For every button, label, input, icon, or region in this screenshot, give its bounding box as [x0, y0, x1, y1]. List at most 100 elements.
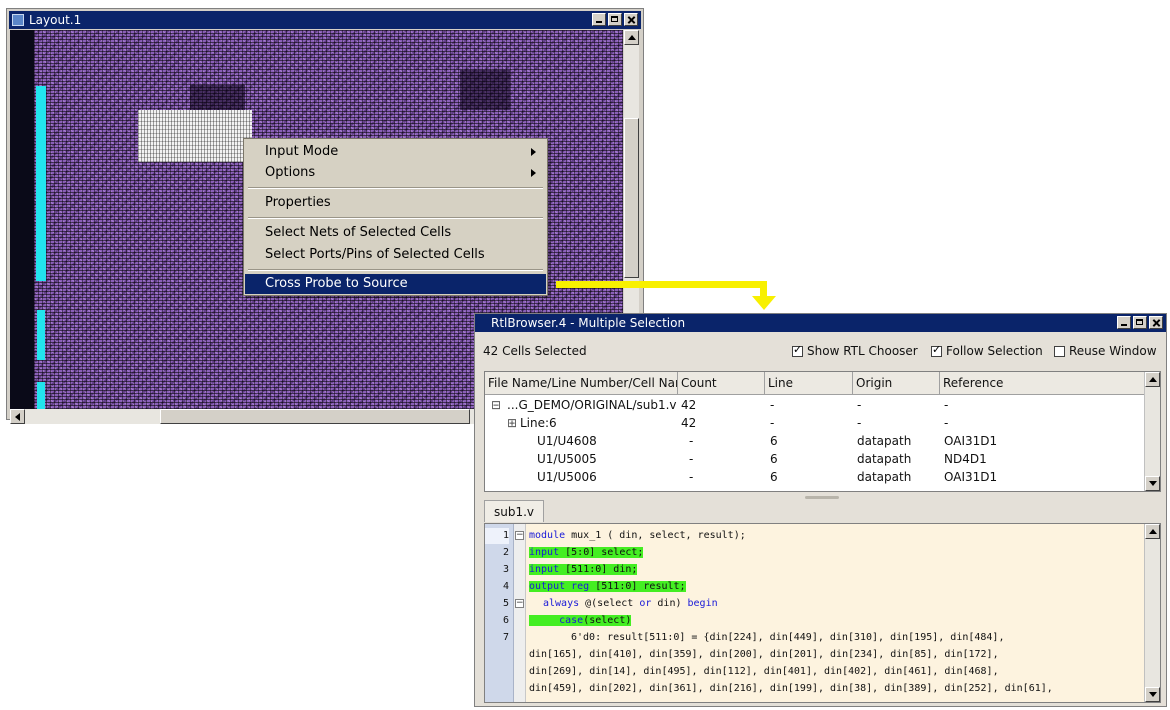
scroll-down-button[interactable] [1145, 476, 1160, 491]
column-header-count[interactable]: Count [678, 372, 765, 394]
expand-icon[interactable]: ⊞ [507, 414, 517, 432]
menu-item-input-mode[interactable]: Input Mode [245, 142, 546, 162]
column-header-reference[interactable]: Reference [940, 372, 1146, 394]
menu-item-select-nets[interactable]: Select Nets of Selected Cells [245, 223, 546, 243]
row-name: U1/U5006 [537, 470, 597, 484]
layout-window-title: Layout.1 [29, 13, 82, 27]
row-reference: OAI31D1 [944, 470, 998, 484]
code-line: module mux_1 ( din, select, result); [529, 530, 746, 541]
menu-item-options[interactable]: Options [245, 163, 546, 183]
checkbox-icon[interactable] [1054, 345, 1065, 357]
column-header-origin[interactable]: Origin [853, 372, 940, 394]
selection-tree-table: File Name/Line Number/Cell Nar Count Lin… [484, 371, 1161, 492]
collapse-icon[interactable]: ⊟ [491, 396, 501, 414]
layout-vscroll-thumb[interactable] [624, 118, 639, 278]
show-rtl-chooser-checkbox[interactable]: Show RTL Chooser [792, 343, 918, 358]
cyan-cell-column [36, 86, 46, 281]
code-line: input [511:0] din; [529, 564, 638, 575]
menu-item-label: Options [265, 165, 316, 180]
fold-toggle-icon[interactable]: − [515, 531, 524, 540]
code-line: din[269], din[14], din[495], din[112], d… [529, 666, 999, 677]
line-number: 1 [485, 528, 509, 544]
row-origin: datapath [857, 434, 912, 448]
menu-item-label: Properties [265, 195, 331, 210]
close-button[interactable] [1149, 316, 1163, 329]
row-origin: - [857, 398, 862, 412]
table-row[interactable]: ⊟ ...G_DEMO/ORIGINAL/sub1.v 42 - - - [485, 396, 1144, 414]
line-number: 5 [502, 598, 509, 609]
scroll-left-button[interactable] [10, 409, 25, 424]
layout-hscroll-thumb[interactable] [160, 409, 470, 424]
selection-count: 42 Cells Selected [483, 344, 587, 358]
code-line: input [5:0] select; [529, 547, 644, 558]
maximize-button[interactable] [608, 13, 622, 26]
row-name: U1/U4608 [537, 434, 597, 448]
checkbox-label: Show RTL Chooser [807, 344, 918, 358]
menu-separator [248, 269, 543, 271]
table-row[interactable]: U1/U4608 - 6 datapath OAI31D1 [485, 432, 1144, 450]
callout-arrow-head-icon [752, 296, 776, 310]
layout-left-strip [10, 30, 34, 409]
editor-vertical-scrollbar[interactable] [1144, 524, 1160, 702]
row-line: 6 [770, 434, 778, 448]
column-header-line[interactable]: Line [765, 372, 853, 394]
menu-item-label: Select Ports/Pins of Selected Cells [265, 247, 485, 262]
reuse-window-checkbox[interactable]: Reuse Window [1054, 344, 1157, 358]
rtl-toolbar: 42 Cells Selected Show RTL Chooser Follo… [475, 332, 1166, 366]
column-header-name[interactable]: File Name/Line Number/Cell Nar [485, 372, 678, 394]
row-reference: ND4D1 [944, 452, 987, 466]
menu-separator [248, 187, 543, 189]
context-menu: Input Mode Options Properties Select Net… [243, 138, 548, 296]
table-row[interactable]: U1/U5005 - 6 datapath ND4D1 [485, 450, 1144, 468]
scroll-down-button[interactable] [1145, 687, 1160, 702]
row-line: 6 [770, 452, 778, 466]
pane-splitter-handle[interactable] [805, 496, 839, 499]
row-reference: OAI31D1 [944, 434, 998, 448]
scroll-up-button[interactable] [1145, 524, 1160, 539]
row-name: Line:6 [520, 416, 557, 430]
code-line: 6'd0: result[511:0] = {din[224], din[449… [571, 632, 1005, 643]
fold-toggle-icon[interactable]: − [515, 599, 524, 608]
source-editor[interactable]: 1 2 3 4 5 6 7 − − module mux_1 ( din, se… [484, 523, 1161, 703]
row-origin: - [857, 416, 862, 430]
line-number: 2 [502, 547, 509, 558]
menu-item-cross-probe[interactable]: Cross Probe to Source [245, 274, 546, 294]
menu-separator [248, 217, 543, 219]
table-row[interactable]: ⊞ Line:6 42 - - - [485, 414, 1144, 432]
rtl-window-title: RtlBrowser.4 - Multiple Selection [491, 316, 686, 330]
row-count: - [689, 434, 694, 448]
layout-title-bar[interactable]: Layout.1 [9, 11, 641, 29]
scroll-up-button[interactable] [624, 30, 639, 45]
checkbox-icon[interactable] [792, 343, 803, 357]
follow-selection-checkbox[interactable]: Follow Selection [931, 343, 1043, 358]
fold-margin [514, 524, 526, 702]
tree-vertical-scrollbar[interactable] [1144, 372, 1160, 491]
code-line: output reg [511:0] result; [529, 581, 686, 592]
row-origin: datapath [857, 452, 912, 466]
code-line: always @(select or din) begin [543, 598, 718, 609]
close-button[interactable] [624, 13, 638, 26]
table-header: File Name/Line Number/Cell Nar Count Lin… [485, 372, 1146, 395]
row-name: U1/U5005 [537, 452, 597, 466]
code-line: din[459], din[202], din[361], din[216], … [529, 683, 1053, 694]
row-count: - [689, 470, 694, 484]
selected-cells-block[interactable] [138, 110, 252, 162]
row-name: ...G_DEMO/ORIGINAL/sub1.v [507, 398, 677, 412]
scroll-up-button[interactable] [1145, 372, 1160, 387]
submenu-arrow-icon [531, 148, 536, 156]
checkbox-label: Reuse Window [1069, 344, 1157, 358]
row-count: 42 [681, 398, 697, 412]
minimize-button[interactable] [592, 13, 606, 26]
checkbox-icon[interactable] [931, 343, 942, 357]
line-number: 6 [502, 615, 509, 626]
menu-item-properties[interactable]: Properties [245, 193, 546, 213]
row-line: - [770, 416, 775, 430]
table-row[interactable]: U1/U5006 - 6 datapath OAI31D1 [485, 468, 1144, 486]
menu-item-select-ports-pins[interactable]: Select Ports/Pins of Selected Cells [245, 245, 546, 265]
minimize-button[interactable] [1117, 316, 1131, 329]
maximize-button[interactable] [1133, 316, 1147, 329]
tab-sub1-v[interactable]: sub1.v [484, 500, 544, 522]
rtl-title-bar[interactable]: RtlBrowser.4 - Multiple Selection [475, 314, 1166, 332]
line-number: 7 [502, 632, 509, 643]
rtl-browser-window: RtlBrowser.4 - Multiple Selection 42 Cel… [474, 313, 1167, 707]
